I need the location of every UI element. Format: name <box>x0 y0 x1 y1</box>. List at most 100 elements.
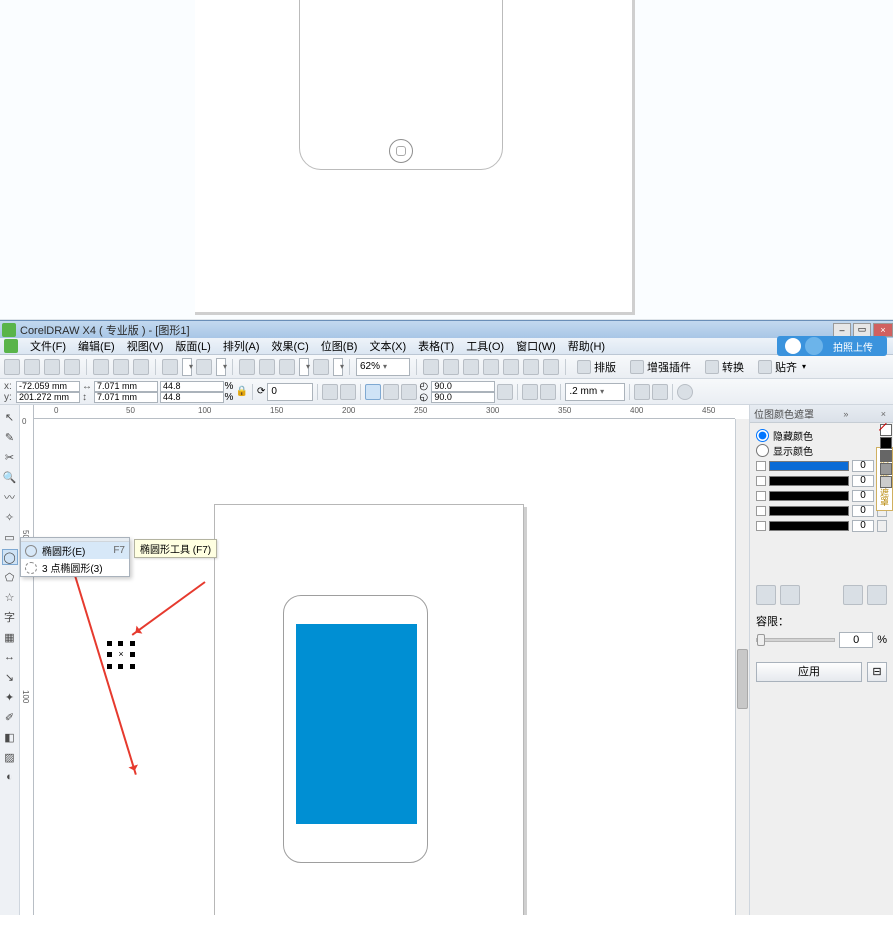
drawing-canvas[interactable]: × <box>34 419 735 915</box>
to-back-icon[interactable] <box>540 384 556 400</box>
radio-show-colors[interactable]: 显示颜色 <box>756 443 887 458</box>
maximize-button[interactable]: ▭ <box>853 323 871 337</box>
mask-value[interactable]: 0 <box>852 490 874 502</box>
arc-mode-icon[interactable] <box>401 384 417 400</box>
vertical-scrollbar[interactable] <box>735 419 749 915</box>
palette-swatch[interactable] <box>880 437 892 449</box>
tolerance-slider[interactable] <box>756 638 835 642</box>
mask-checkbox[interactable] <box>756 491 766 501</box>
mask-value[interactable]: 0 <box>852 505 874 517</box>
publish-dropdown[interactable]: ▾ <box>299 358 309 376</box>
zoom-in-icon[interactable] <box>423 359 439 375</box>
palette-swatch[interactable] <box>880 476 892 488</box>
tool-ifill[interactable]: ◐ <box>2 769 18 785</box>
rotation-input[interactable]: 0 <box>267 383 313 401</box>
tool-zoom[interactable]: 🔍 <box>2 469 18 485</box>
scale-x-input[interactable] <box>160 381 224 392</box>
tool-outline[interactable]: ◧ <box>2 729 18 745</box>
mask-value[interactable]: 0 <box>852 520 874 532</box>
paste-icon[interactable] <box>133 359 149 375</box>
height-input[interactable] <box>94 392 158 403</box>
tool-ellipse[interactable]: ◯ <box>2 549 18 565</box>
mirror-v-icon[interactable] <box>340 384 356 400</box>
tool-table[interactable]: ▦ <box>2 629 18 645</box>
radio-input[interactable] <box>756 429 769 442</box>
tool-rect[interactable]: ▭ <box>2 529 18 545</box>
zoom-fit-icon[interactable] <box>463 359 479 375</box>
docker-title-bar[interactable]: 位图颜色遮罩 » × <box>750 405 893 423</box>
zoom-width-icon[interactable] <box>503 359 519 375</box>
x-input[interactable] <box>16 381 80 392</box>
tool-dimension[interactable]: ↔ <box>2 649 18 665</box>
palette-swatch[interactable] <box>880 463 892 475</box>
tool-basic[interactable]: ☆ <box>2 589 18 605</box>
tool-freehand[interactable]: 〰 <box>2 489 18 505</box>
lock-ratio-icon[interactable]: 🔒 <box>236 381 248 403</box>
mask-color-row[interactable]: 0 <box>756 519 887 533</box>
tool-dropper[interactable]: ✐ <box>2 709 18 725</box>
undo-icon[interactable] <box>162 359 178 375</box>
slider-thumb[interactable] <box>757 634 765 646</box>
pie-mode-icon[interactable] <box>383 384 399 400</box>
scale-y-input[interactable] <box>160 392 224 403</box>
zoom-out-icon[interactable] <box>443 359 459 375</box>
menu-item[interactable]: 排列(A) <box>217 337 266 355</box>
export-icon[interactable] <box>259 359 275 375</box>
y-input[interactable] <box>16 392 80 403</box>
scroll-thumb[interactable] <box>737 649 748 709</box>
direction-icon[interactable] <box>497 384 513 400</box>
tool-pick[interactable]: ↖ <box>2 409 18 425</box>
palette-swatch[interactable] <box>880 424 892 436</box>
width-input[interactable] <box>94 381 158 392</box>
vertical-ruler[interactable]: 050100 <box>20 405 34 915</box>
menu-item[interactable]: 位图(B) <box>315 337 364 355</box>
palette-swatch[interactable] <box>880 450 892 462</box>
docker-close-icon[interactable]: × <box>878 409 889 419</box>
tool-smart[interactable]: ✧ <box>2 509 18 525</box>
options-icon[interactable] <box>677 384 693 400</box>
app-launcher-icon[interactable] <box>313 359 329 375</box>
publish-icon[interactable] <box>279 359 295 375</box>
typeset-button[interactable]: 排版 <box>572 358 621 376</box>
menu-item[interactable]: 编辑(E) <box>72 337 121 355</box>
flyout-item-ellipse[interactable]: 椭圆形(E) F7 <box>21 542 129 559</box>
flyout-item-3pt-ellipse[interactable]: 3 点椭圆形(3) <box>21 559 129 576</box>
new-icon[interactable] <box>4 359 20 375</box>
tool-fill[interactable]: ▨ <box>2 749 18 765</box>
minimize-button[interactable]: – <box>833 323 851 337</box>
zoom-height-icon[interactable] <box>523 359 539 375</box>
close-button[interactable]: × <box>873 323 893 337</box>
cut-icon[interactable] <box>93 359 109 375</box>
upload-button[interactable]: 拍照上传 <box>777 336 887 356</box>
enhance-plugin-button[interactable]: 增强插件 <box>625 358 696 376</box>
mask-color-row[interactable]: 0 <box>756 474 887 488</box>
radio-hide-colors[interactable]: 隐藏颜色 <box>756 428 887 443</box>
redo-dropdown[interactable]: ▾ <box>216 358 226 376</box>
selection-handles[interactable]: × <box>107 641 135 669</box>
wrap-text-icon[interactable] <box>634 384 650 400</box>
mask-value[interactable]: 0 <box>852 460 874 472</box>
ellipse-mode-icon[interactable] <box>365 384 381 400</box>
menu-item[interactable]: 视图(V) <box>121 337 170 355</box>
menu-item[interactable]: 工具(O) <box>460 337 510 355</box>
convert-button[interactable]: 转换 <box>700 358 749 376</box>
zoom-page-icon[interactable] <box>483 359 499 375</box>
horizontal-ruler[interactable]: 050100150200250300350400450 <box>34 405 735 419</box>
open-icon[interactable] <box>24 359 40 375</box>
mask-checkbox[interactable] <box>756 506 766 516</box>
radio-input[interactable] <box>756 444 769 457</box>
mask-swatch[interactable] <box>769 491 849 501</box>
mask-swatch[interactable] <box>769 506 849 516</box>
mask-swatch[interactable] <box>769 476 849 486</box>
tolerance-value[interactable]: 0 <box>839 632 873 648</box>
menu-item[interactable]: 表格(T) <box>412 337 460 355</box>
menu-item[interactable]: 版面(L) <box>169 337 216 355</box>
mask-value[interactable]: 0 <box>852 475 874 487</box>
save-mask-icon[interactable] <box>843 585 863 605</box>
mask-checkbox[interactable] <box>756 476 766 486</box>
mask-spinner[interactable] <box>877 520 887 532</box>
tool-shape[interactable]: ✎ <box>2 429 18 445</box>
open-mask-icon[interactable] <box>867 585 887 605</box>
save-icon[interactable] <box>44 359 60 375</box>
to-front-icon[interactable] <box>522 384 538 400</box>
